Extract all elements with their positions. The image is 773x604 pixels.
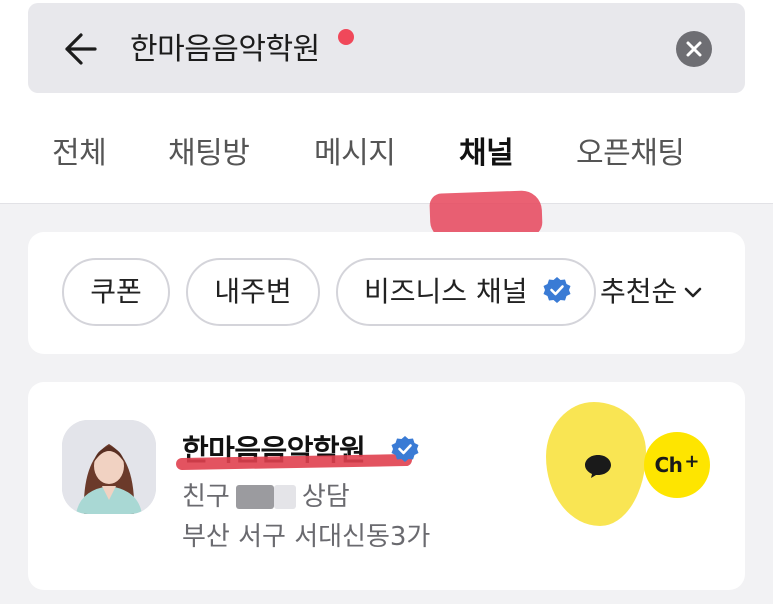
back-button[interactable] xyxy=(56,26,102,72)
sort-label: 추천순 xyxy=(600,275,678,308)
filter-chip-business-channel-label: 비즈니스 채널 xyxy=(364,275,528,308)
search-input[interactable]: 한마음음악학원 xyxy=(130,28,320,72)
tab-channels[interactable]: 채널 xyxy=(459,134,514,174)
profile-photo xyxy=(62,420,156,514)
arrow-left-icon xyxy=(65,33,97,65)
close-icon xyxy=(686,41,702,57)
filter-chip-nearby[interactable]: 내주변 xyxy=(186,258,320,326)
filter-bar: 쿠폰 내주변 비즈니스 채널 추천순 xyxy=(28,232,745,354)
filter-chip-coupon[interactable]: 쿠폰 xyxy=(62,258,170,326)
tab-chatrooms[interactable]: 채팅방 xyxy=(168,134,250,174)
sort-dropdown[interactable]: 추천순 xyxy=(598,272,706,312)
plus-icon: + xyxy=(684,450,700,472)
channel-plus-label: Ch xyxy=(654,453,683,477)
meta-friends-label: 친구 xyxy=(182,482,230,512)
meta-redaction xyxy=(235,485,274,509)
clear-search-button[interactable] xyxy=(676,31,712,67)
meta-redaction-light xyxy=(273,485,296,509)
meta-consult-label: 상담 xyxy=(301,482,350,512)
chat-bubble-icon xyxy=(585,455,611,478)
new-indicator-dot xyxy=(338,29,354,45)
top-header: 한마음음악학원 전체 채팅방 메시지 채널 오픈채팅 xyxy=(0,0,773,204)
chat-button[interactable] xyxy=(574,446,622,486)
channel-meta: 친구 상담 xyxy=(182,479,350,515)
verified-badge-icon xyxy=(543,277,571,303)
kakao-search-page: 한마음음악학원 전체 채팅방 메시지 채널 오픈채팅 쿠폰 내주변 비즈니스 채… xyxy=(0,0,773,604)
tab-messages[interactable]: 메시지 xyxy=(314,134,396,174)
add-channel-button[interactable]: Ch + xyxy=(644,432,710,498)
verified-badge-icon xyxy=(391,436,419,462)
tab-open-chat[interactable]: 오픈채팅 xyxy=(576,134,685,174)
channel-profile-image xyxy=(62,420,156,514)
chevron-down-icon xyxy=(684,287,702,298)
tab-all[interactable]: 전체 xyxy=(52,134,107,174)
channel-result-card[interactable]: 한마음음악학원 친구 상담 부산 서구 서대신동3가 Ch + xyxy=(28,382,745,590)
filter-chip-business-channel[interactable]: 비즈니스 채널 xyxy=(336,258,596,326)
channel-address: 부산 서구 서대신동3가 xyxy=(182,522,431,552)
